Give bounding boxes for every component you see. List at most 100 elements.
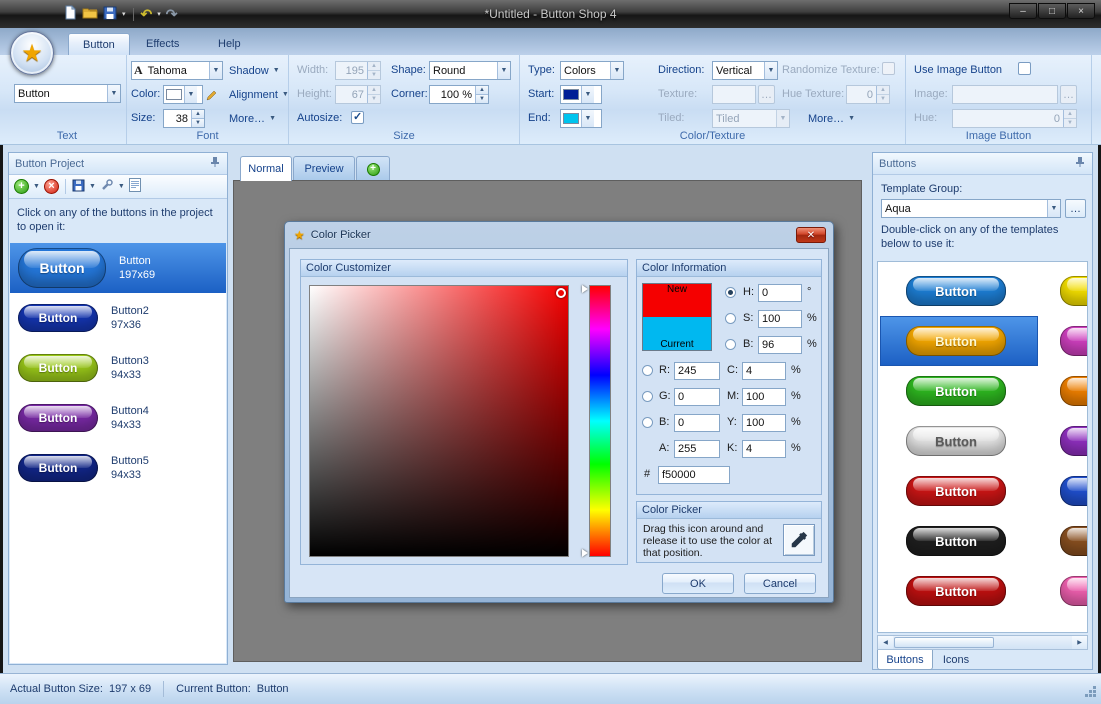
autosize-checkbox[interactable] bbox=[351, 111, 364, 124]
template-button[interactable]: Button bbox=[1060, 376, 1088, 406]
eyedropper-button[interactable] bbox=[783, 524, 815, 556]
end-color-combo[interactable]: ▼ bbox=[560, 109, 602, 128]
template-horizontal-scrollbar[interactable]: ◀ ▶ bbox=[877, 635, 1088, 650]
scroll-right-icon[interactable]: ▶ bbox=[1072, 636, 1087, 649]
scroll-left-icon[interactable]: ◀ bbox=[878, 636, 893, 649]
report-icon[interactable] bbox=[129, 178, 141, 195]
hue-input[interactable] bbox=[758, 284, 802, 302]
canvas-tab-normal[interactable]: Normal bbox=[240, 156, 292, 181]
template-button[interactable]: Button bbox=[1060, 526, 1088, 556]
font-color-combo[interactable]: ▼ bbox=[163, 85, 203, 104]
resize-grip[interactable] bbox=[1085, 686, 1097, 698]
project-item[interactable]: Button Button494x33 bbox=[10, 393, 226, 443]
template-button[interactable]: Button bbox=[1060, 326, 1088, 356]
yellow-input[interactable] bbox=[742, 414, 786, 432]
shadow-dropdown[interactable]: Shadow▼ bbox=[225, 61, 284, 80]
close-button[interactable]: × bbox=[1067, 3, 1095, 19]
type-combo[interactable]: Colors▼ bbox=[560, 61, 624, 80]
template-button[interactable]: Button bbox=[906, 526, 1006, 556]
font-color-picker-button[interactable] bbox=[206, 85, 224, 104]
chevron-down-icon: ▼ bbox=[497, 62, 510, 79]
save-project-icon[interactable] bbox=[72, 179, 85, 195]
project-item[interactable]: Button Button394x33 bbox=[10, 343, 226, 393]
magenta-label: M: bbox=[727, 390, 739, 402]
template-group-combo[interactable]: Aqua▼ bbox=[881, 199, 1061, 218]
hue-radio[interactable] bbox=[725, 287, 736, 298]
maximize-button[interactable]: □ bbox=[1038, 3, 1066, 19]
template-button[interactable]: Button bbox=[1060, 276, 1088, 306]
add-button-icon[interactable]: + bbox=[14, 179, 29, 194]
template-button[interactable]: Button bbox=[1060, 426, 1088, 456]
scrollbar-thumb[interactable] bbox=[894, 637, 994, 648]
template-button[interactable]: Button bbox=[906, 476, 1006, 506]
hex-input[interactable] bbox=[658, 466, 730, 484]
template-button[interactable]: Button bbox=[906, 376, 1006, 406]
cyan-input[interactable] bbox=[742, 362, 786, 380]
tools-dropdown-icon[interactable]: ▼ bbox=[118, 183, 125, 190]
green-radio[interactable] bbox=[642, 391, 653, 402]
pin-icon[interactable] bbox=[1074, 156, 1086, 171]
button-preview: Button bbox=[18, 248, 106, 288]
texture-label: Texture: bbox=[658, 88, 697, 100]
template-button[interactable]: Button bbox=[1060, 476, 1088, 506]
delete-button-icon[interactable]: × bbox=[44, 179, 59, 194]
brightness-input[interactable] bbox=[758, 336, 802, 354]
font-size-spinner[interactable]: 38 ▲▼ bbox=[163, 109, 205, 128]
panel-tab-buttons[interactable]: Buttons bbox=[877, 650, 933, 670]
use-image-button-checkbox[interactable] bbox=[1018, 62, 1031, 75]
chevron-down-icon: ▼ bbox=[282, 91, 289, 98]
direction-combo[interactable]: Vertical▼ bbox=[712, 61, 778, 80]
template-group-browse-button[interactable]: … bbox=[1065, 199, 1086, 218]
project-item[interactable]: Button Button594x33 bbox=[10, 443, 226, 493]
color-more-dropdown[interactable]: More…▼ bbox=[804, 109, 859, 128]
panel-tab-icons[interactable]: Icons bbox=[935, 650, 977, 670]
dialog-close-button[interactable]: ✕ bbox=[796, 227, 826, 243]
tab-button[interactable]: Button bbox=[68, 33, 130, 55]
minimize-button[interactable]: – bbox=[1009, 3, 1037, 19]
button-text-combo[interactable]: Button▼ bbox=[14, 84, 121, 103]
alpha-input[interactable] bbox=[674, 440, 720, 458]
project-button-list: Button Button197x69 Button Button297x36 … bbox=[10, 243, 226, 663]
alignment-dropdown[interactable]: Alignment▼ bbox=[225, 85, 293, 104]
pin-icon[interactable] bbox=[209, 156, 221, 171]
project-item[interactable]: Button Button197x69 bbox=[10, 243, 226, 293]
shape-combo[interactable]: Round▼ bbox=[429, 61, 511, 80]
corner-spinner[interactable]: 100 % ▲▼ bbox=[429, 85, 489, 104]
black-input[interactable] bbox=[742, 440, 786, 458]
template-button[interactable]: Button bbox=[906, 326, 1006, 356]
canvas-tab-add[interactable]: + bbox=[356, 156, 390, 181]
toolbar-separator bbox=[65, 179, 66, 194]
template-button[interactable]: Button bbox=[906, 426, 1006, 456]
blue-input[interactable] bbox=[674, 414, 720, 432]
add-dropdown-icon[interactable]: ▼ bbox=[33, 183, 40, 190]
eyedropper-icon bbox=[789, 530, 809, 550]
blue-radio[interactable] bbox=[642, 417, 653, 428]
dialog-titlebar[interactable]: ★ Color Picker bbox=[285, 222, 833, 248]
template-button[interactable]: Button bbox=[1060, 576, 1088, 606]
cancel-button[interactable]: Cancel bbox=[744, 573, 816, 594]
template-button[interactable]: Button bbox=[906, 576, 1006, 606]
red-radio[interactable] bbox=[642, 365, 653, 376]
project-item[interactable]: Button Button297x36 bbox=[10, 293, 226, 343]
application-menu-button[interactable]: ★ bbox=[10, 31, 54, 75]
font-family-combo[interactable]: A Tahoma▼ bbox=[131, 61, 223, 80]
red-input[interactable] bbox=[674, 362, 720, 380]
saturation-value-field[interactable] bbox=[309, 285, 569, 557]
tools-wrench-icon[interactable] bbox=[100, 178, 114, 195]
magenta-input[interactable] bbox=[742, 388, 786, 406]
brightness-radio[interactable] bbox=[725, 339, 736, 350]
tab-help[interactable]: Help bbox=[204, 33, 255, 55]
titlebar[interactable]: ▾ ↶ ▾ ↷ *Untitled - Button Shop 4 – □ × bbox=[0, 0, 1101, 28]
canvas-tab-preview[interactable]: Preview bbox=[293, 156, 355, 181]
template-button[interactable]: Button bbox=[906, 276, 1006, 306]
saturation-radio[interactable] bbox=[725, 313, 736, 324]
project-item-label: Button494x33 bbox=[111, 404, 149, 432]
hue-slider[interactable] bbox=[589, 285, 611, 557]
tab-effects[interactable]: Effects bbox=[132, 33, 193, 55]
saturation-input[interactable] bbox=[758, 310, 802, 328]
green-input[interactable] bbox=[674, 388, 720, 406]
ok-button[interactable]: OK bbox=[662, 573, 734, 594]
start-color-combo[interactable]: ▼ bbox=[560, 85, 602, 104]
save-dropdown-icon[interactable]: ▼ bbox=[89, 183, 96, 190]
font-more-dropdown[interactable]: More…▼ bbox=[225, 109, 280, 128]
